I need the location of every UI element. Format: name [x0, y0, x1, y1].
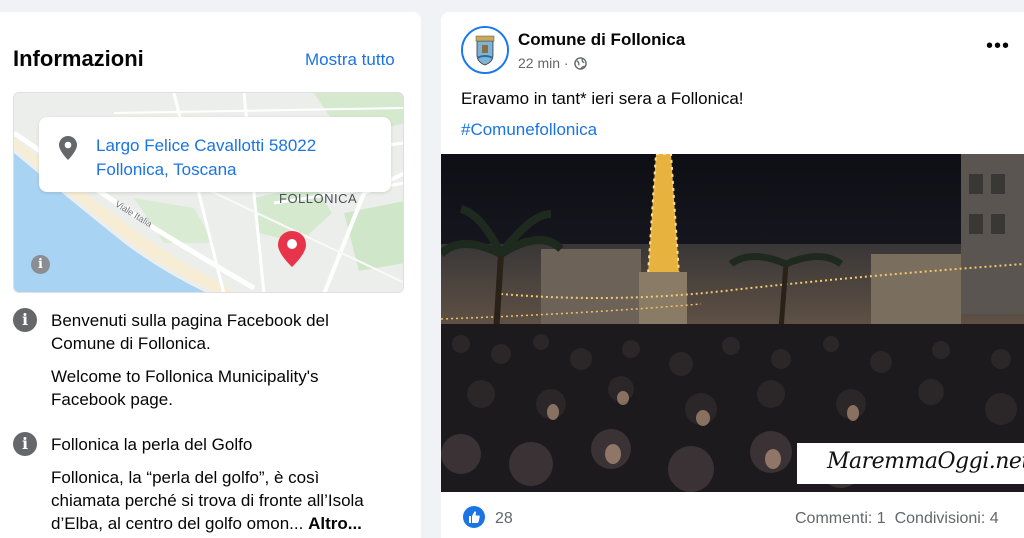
- desc-line: Follonica, la “perla del golfo”, è così: [51, 468, 320, 487]
- post-text: Eravamo in tant* ieri sera a Follonica!: [461, 89, 744, 108]
- desc-line: d’Elba, al centro del golfo omon... Altr…: [51, 512, 364, 535]
- page-name[interactable]: Comune di Follonica: [518, 30, 685, 50]
- see-more-link[interactable]: Altro...: [308, 514, 362, 533]
- more-options-icon[interactable]: •••: [986, 36, 1010, 56]
- welcome-description: Benvenuti sulla pagina Facebook del Comu…: [51, 309, 329, 411]
- show-all-link[interactable]: Mostra tutto: [305, 50, 395, 70]
- desc-line: Welcome to Follonica Municipality's: [51, 367, 319, 386]
- post-card: Comune di Follonica 22 min · ••• Eravamo…: [441, 12, 1024, 538]
- post-time[interactable]: 22 min: [518, 55, 560, 71]
- info-icon: i: [13, 308, 37, 332]
- desc-line: Comune di Follonica.: [51, 334, 211, 353]
- post-stats: Commenti: 1 Condivisioni: 4: [795, 510, 999, 528]
- map-city-label: FOLLONICA: [279, 191, 358, 206]
- shares-count[interactable]: Condivisioni: 4: [895, 510, 999, 527]
- info-card: Informazioni Mostra tutto Viale Italia F…: [0, 12, 421, 538]
- info-title: Informazioni: [13, 46, 144, 71]
- desc-line: chiamata perché si trova di fronte all’I…: [51, 491, 364, 510]
- desc-line: Facebook page.: [51, 390, 173, 409]
- about-description: Follonica la perla del Golfo Follonica, …: [51, 433, 364, 535]
- address-line-2: Follonica, Toscana: [96, 160, 237, 179]
- info-icon: i: [13, 432, 37, 456]
- hashtag-link[interactable]: #Comunefollonica: [461, 120, 597, 140]
- watermark-text: MaremmaOggi.net: [827, 449, 1024, 474]
- map-attribution-icon[interactable]: i: [31, 255, 50, 274]
- coat-of-arms-icon: [463, 28, 507, 72]
- watermark: MaremmaOggi.net: [797, 443, 1024, 484]
- page-avatar[interactable]: [461, 26, 509, 74]
- desc-line: Benvenuti sulla pagina Facebook del: [51, 311, 329, 330]
- desc-title: Follonica la perla del Golfo: [51, 435, 253, 454]
- post-meta: 22 min ·: [518, 55, 588, 73]
- comments-count[interactable]: Commenti: 1: [795, 510, 886, 527]
- address-box[interactable]: Largo Felice Cavallotti 58022 Follonica,…: [39, 117, 391, 192]
- address-line-1: Largo Felice Cavallotti 58022: [96, 136, 317, 155]
- location-map[interactable]: Viale Italia FOLLONICA Largo Felice Cava…: [13, 92, 404, 293]
- globe-icon: [574, 57, 588, 73]
- like-count[interactable]: 28: [495, 510, 513, 528]
- address-text[interactable]: Largo Felice Cavallotti 58022 Follonica,…: [96, 134, 316, 182]
- night-crowd-scene: [441, 154, 1024, 492]
- like-icon[interactable]: [463, 506, 485, 528]
- post-video[interactable]: MaremmaOggi.net: [441, 154, 1024, 492]
- desc-truncated-text: d’Elba, al centro del golfo omon...: [51, 514, 304, 533]
